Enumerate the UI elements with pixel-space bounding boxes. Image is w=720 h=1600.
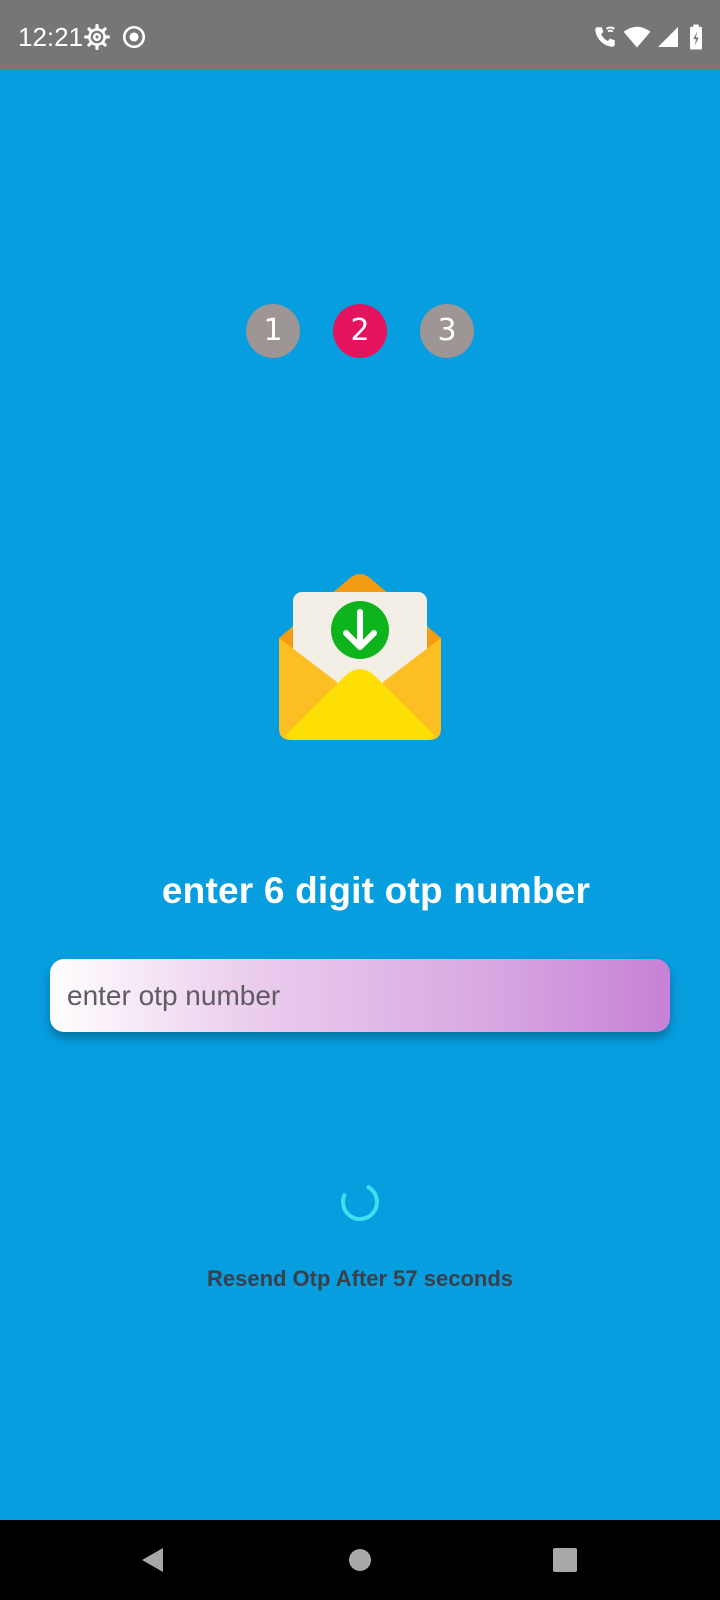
envelope-download-icon — [279, 574, 441, 740]
step-indicator-1: 1 — [246, 304, 300, 358]
back-icon[interactable] — [130, 1538, 174, 1582]
recents-icon[interactable] — [543, 1538, 587, 1582]
step-indicator-2-active: 2 — [333, 304, 387, 358]
record-icon — [122, 25, 146, 49]
battery-icon — [690, 24, 702, 50]
navigation-bar — [0, 1520, 720, 1600]
signal-icon — [658, 27, 678, 47]
step-indicator-3: 3 — [420, 304, 474, 358]
status-bar: 12:21 — [0, 0, 720, 70]
otp-headline: enter 6 digit otp number — [161, 870, 591, 911]
status-time: 12:21 — [18, 22, 84, 52]
otp-screen: 1 2 3 enter 6 digit otp number Resend Ot… — [0, 70, 720, 1520]
otp-input-container[interactable] — [50, 959, 670, 1032]
wifi-call-icon — [595, 26, 615, 47]
wifi-icon — [623, 26, 651, 48]
spinner-icon — [341, 1183, 379, 1221]
otp-input[interactable] — [67, 959, 653, 1032]
home-icon[interactable] — [338, 1538, 382, 1582]
settings-icon — [84, 24, 110, 50]
resend-otp-countdown: Resend Otp After 57 seconds — [206, 1266, 514, 1291]
